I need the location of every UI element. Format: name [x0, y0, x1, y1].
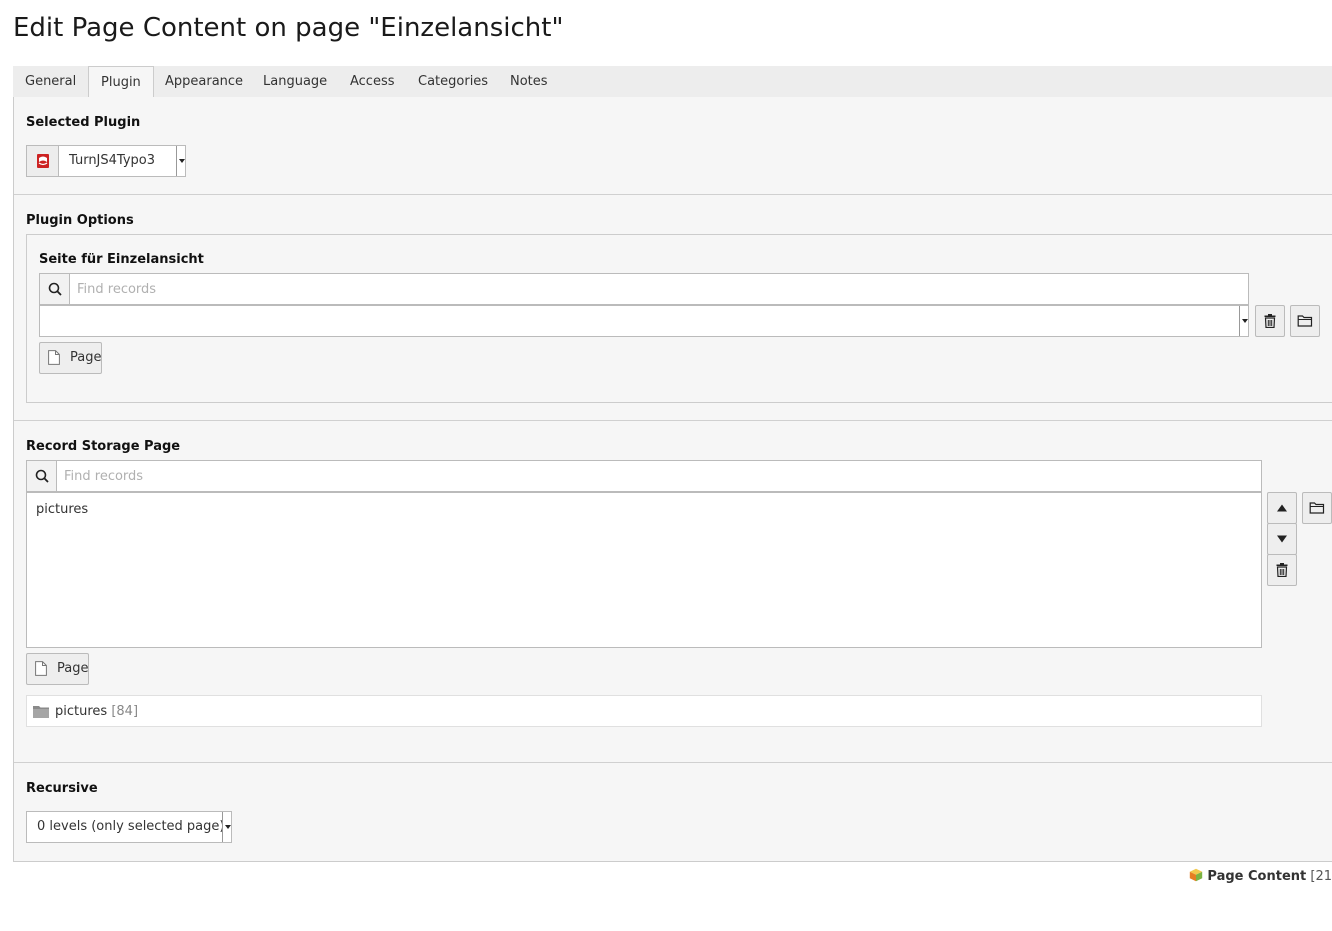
tab-language[interactable]: Language: [251, 66, 339, 98]
search-icon: [40, 274, 70, 304]
move-up-button[interactable]: [1267, 492, 1297, 524]
single-view-search: [39, 273, 1249, 305]
record-uid: [21: [1310, 869, 1332, 884]
folder-open-icon: [1297, 315, 1313, 327]
trash-icon: [1264, 314, 1276, 328]
single-view-search-input[interactable]: [71, 274, 1246, 304]
content-element-icon: [1190, 868, 1203, 882]
recursive-select[interactable]: 0 levels (only selected page): [26, 811, 232, 843]
tab-categories[interactable]: Categories: [406, 66, 500, 98]
trash-icon: [1276, 563, 1288, 577]
caret-up-icon: [1277, 504, 1287, 512]
tab-plugin[interactable]: Plugin: [88, 66, 154, 98]
plugin-options-label: Plugin Options: [26, 213, 134, 228]
move-down-button[interactable]: [1267, 523, 1297, 555]
record-storage-label: Record Storage Page: [26, 439, 181, 454]
folder-icon: [33, 706, 49, 718]
tab-bar: General Plugin Appearance Language Acces…: [13, 66, 1332, 98]
selected-plugin-label: Selected Plugin: [26, 115, 141, 130]
single-view-page-label: Seite für Einzelansicht: [39, 252, 204, 267]
delete-button[interactable]: [1255, 305, 1285, 337]
add-page-button-label: Page: [70, 350, 102, 365]
record-footer: Page Content [21: [1189, 868, 1332, 886]
add-page-button-label: Page: [57, 661, 89, 676]
section-divider: [14, 762, 1332, 763]
plugin-options-fieldset: Seite für Einzelansicht Find records Pag…: [26, 234, 1332, 403]
caret-down-icon: [1277, 535, 1287, 543]
tab-appearance[interactable]: Appearance: [153, 66, 255, 98]
single-view-select[interactable]: [39, 305, 1249, 337]
browse-folder-button[interactable]: [1290, 305, 1320, 337]
record-type-label: Page Content: [1207, 869, 1307, 884]
record-info-name: pictures: [55, 704, 108, 719]
section-divider: [14, 420, 1332, 421]
folder-open-icon: [1309, 502, 1325, 514]
section-divider: [14, 194, 1332, 195]
chevron-down-icon: [176, 146, 185, 176]
plugin-icon: [27, 146, 59, 176]
tab-general[interactable]: General: [13, 66, 88, 98]
tab-notes[interactable]: Notes: [498, 66, 560, 98]
plugin-tab-panel: Selected Plugin TurnJS4Typo3 Plugin Opti…: [13, 97, 1332, 862]
page-icon: [35, 661, 47, 676]
page-title: Edit Page Content on page "Einzelansicht…: [13, 13, 564, 43]
browse-folder-button[interactable]: [1302, 492, 1332, 524]
chevron-down-icon: [222, 812, 231, 842]
chevron-down-icon: [1239, 306, 1248, 336]
recursive-label: Recursive: [26, 781, 98, 796]
record-storage-search-input[interactable]: [58, 461, 1258, 491]
search-icon: [27, 461, 57, 491]
recursive-select-value: 0 levels (only selected page): [37, 819, 225, 834]
record-storage-search: [26, 460, 1262, 492]
plugin-select[interactable]: TurnJS4Typo3: [26, 145, 186, 177]
add-page-button[interactable]: Page: [26, 653, 89, 685]
page-icon: [48, 350, 60, 365]
add-page-button[interactable]: Page: [39, 342, 102, 374]
record-info-row: pictures [84]: [26, 695, 1262, 727]
tab-access[interactable]: Access: [338, 66, 407, 98]
delete-button[interactable]: [1267, 554, 1297, 586]
record-info-uid: [84]: [111, 704, 139, 719]
record-storage-list[interactable]: pictures: [26, 492, 1262, 648]
plugin-select-value: TurnJS4Typo3: [69, 153, 156, 168]
list-item[interactable]: pictures: [36, 502, 88, 517]
